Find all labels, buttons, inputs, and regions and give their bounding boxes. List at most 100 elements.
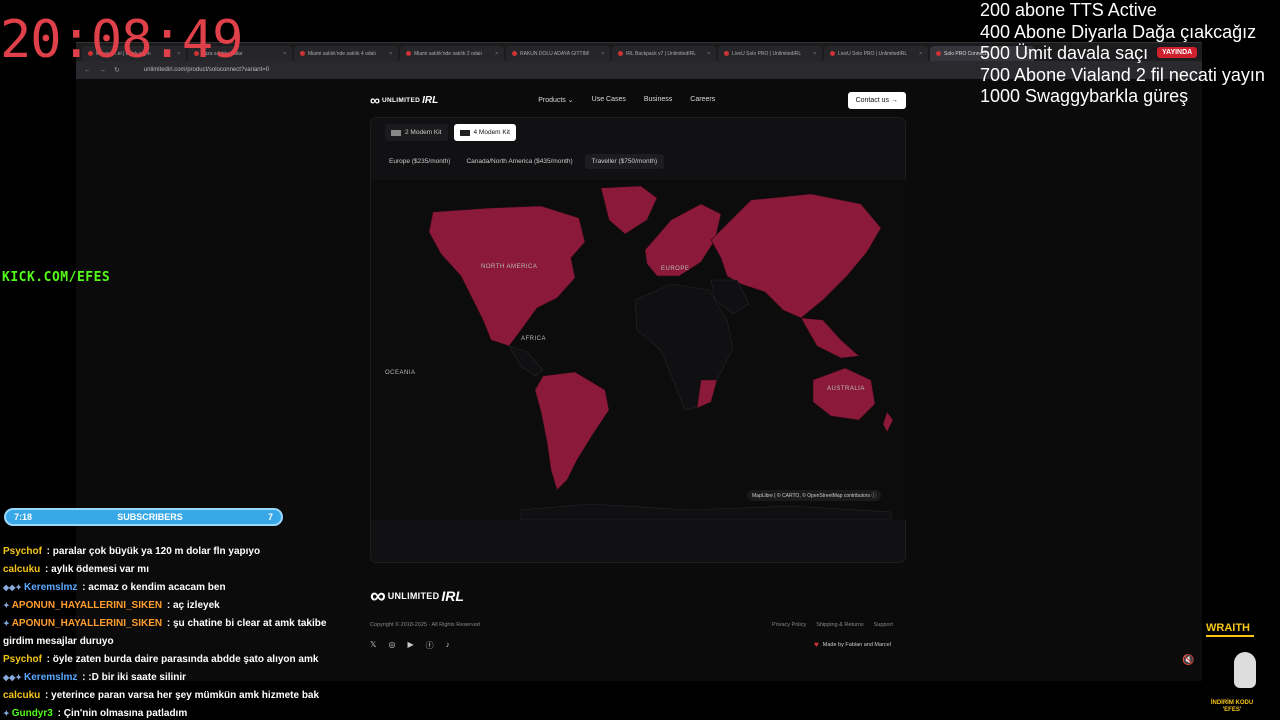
chat-username: calcuku xyxy=(3,690,41,701)
chat-text: yeterince paran varsa her şey mümkün amk… xyxy=(51,690,320,701)
heart-icon: ♥ xyxy=(814,640,819,649)
muted-speaker-icon: 🔇 xyxy=(1182,655,1195,666)
browser-tab[interactable]: IRL Backpack v7 | UnlimitedIRL × xyxy=(612,46,716,61)
goal-item: 500 Ümit davala saçı xyxy=(980,43,1149,63)
footer-logo-irl: IRL xyxy=(441,588,464,604)
chat-text: aylık ödemesi var mı xyxy=(51,564,149,575)
chat-separator: : xyxy=(164,600,173,611)
chat-text: Çin'nin olmasına patladım xyxy=(63,708,188,719)
tab-close-icon[interactable]: × xyxy=(601,51,604,57)
chat-separator: : xyxy=(42,564,52,575)
browser-tab[interactable]: LiveU Solo PRO | UnlimitedIRL × xyxy=(718,46,822,61)
tab-close-icon[interactable]: × xyxy=(283,51,286,57)
tab-title: Miami satılık'nde satılık 2 odalı xyxy=(414,50,482,57)
site-menu: Products ⌄ Use Cases Business Careers xyxy=(538,96,715,104)
chat-message: Psychof : öyle zaten burda daire parasın… xyxy=(3,651,333,669)
tab-close-icon[interactable]: × xyxy=(919,51,922,57)
instagram-icon[interactable]: ◎ xyxy=(388,640,395,651)
menu-products-label: Products xyxy=(538,97,566,104)
chat-username: Psychof xyxy=(3,654,42,665)
chat-username: Gundyr3 xyxy=(11,708,53,719)
chat-message: ◆◆✦ Keremslmz : acmaz o kendim acacam ben xyxy=(3,579,333,597)
chat-text: aç izleyek xyxy=(173,600,220,611)
chat-overlay: Psychof : paralar çok büyük ya 120 m dol… xyxy=(3,543,333,720)
chat-username: Keremslmz xyxy=(24,582,78,593)
chat-badge-icon: ✦ xyxy=(3,601,10,610)
menu-products[interactable]: Products ⌄ xyxy=(538,96,573,104)
tiktok-icon[interactable]: ♪ xyxy=(446,640,450,651)
tab-close-icon[interactable]: × xyxy=(813,51,816,57)
map-label-oceania: OCEANIA xyxy=(385,370,416,376)
chat-badge-icon: ✦ xyxy=(3,709,10,718)
chat-message: calcuku : yeterince paran varsa her şey … xyxy=(3,687,333,705)
browser-tab[interactable]: Miami satılık'nde satılık 4 odalı × xyxy=(294,46,398,61)
tab-favicon-icon xyxy=(724,51,729,56)
menu-use-cases[interactable]: Use Cases xyxy=(592,96,626,104)
site-logo[interactable]: ∞ UNLIMITED IRL xyxy=(370,92,438,108)
goal-item: 400 Abone Diyarla Dağa çıakcağız xyxy=(980,21,1257,42)
youtube-icon[interactable]: ▶ xyxy=(407,640,413,651)
chat-message: ✦ Gundyr3 : Çin'nin olmasına patladım xyxy=(3,705,333,720)
chat-username: Psychof xyxy=(3,546,42,557)
chat-badge-icon: ✦ xyxy=(3,619,10,628)
chat-message: ✦ APONUN_HAYALLERINI_SIKEN : aç izleyek xyxy=(3,597,333,615)
chat-username: APONUN_HAYALLERINI_SIKEN xyxy=(11,600,163,611)
tab-favicon-icon xyxy=(300,51,305,56)
map-label-australia: AUSTRALIA xyxy=(827,386,865,392)
map-label-europe: EUROPE xyxy=(661,266,689,272)
kick-handle: KICK.COM/EFES xyxy=(2,270,111,285)
chat-separator: : xyxy=(43,654,53,665)
goal-item: 1000 Swaggybarkla güreş xyxy=(980,86,1189,106)
facebook-icon[interactable]: ⓕ xyxy=(426,640,434,651)
chat-badge-icon: ◆◆✦ xyxy=(3,673,23,682)
modem-icon xyxy=(391,129,401,136)
chat-message: calcuku : aylık ödemesi var mı xyxy=(3,561,333,579)
subscriber-bar-right: 7 xyxy=(267,512,273,522)
chat-separator: : xyxy=(164,618,173,629)
tab-title: LiveU Solo PRO | UnlimitedIRL xyxy=(838,50,908,57)
chat-separator: : xyxy=(43,546,53,557)
coverage-map[interactable]: NORTH AMERICA EUROPE AFRICA OCEANIA AUST… xyxy=(371,180,907,520)
made-by-text: Made by Fabian and Marcel xyxy=(822,641,891,648)
browser-tab[interactable]: RAKUN DOLU ADAYA GITTIM! × xyxy=(506,46,610,61)
logo-text-unlimited: UNLIMITED xyxy=(381,96,421,104)
x-icon[interactable]: 𝕏 xyxy=(370,640,376,651)
tab-favicon-icon xyxy=(830,51,835,56)
menu-business[interactable]: Business xyxy=(644,96,672,104)
goal-item: 700 Abone Vialand 2 fil necati yayın xyxy=(980,64,1265,85)
chat-username: Keremslmz xyxy=(24,672,78,683)
browser-tab[interactable]: LiveU Solo PRO | UnlimitedIRL × xyxy=(824,46,928,61)
footer-logo[interactable]: ∞ UNLIMITED IRL xyxy=(370,583,464,609)
chat-separator: : xyxy=(79,672,89,683)
kit-4-modem-button[interactable]: 4 Modem Kit xyxy=(453,124,516,141)
sponsor-name: WRAITH xyxy=(1206,622,1250,634)
region-europe[interactable]: Europe ($235/month) xyxy=(385,154,454,169)
chat-message: ◆◆✦ Keremslmz : :D bir iki saate silinir xyxy=(3,669,333,687)
support-link[interactable]: Support xyxy=(874,622,893,628)
browser-tab[interactable]: Miami satılık'nde satılık 2 odalı × xyxy=(400,46,504,61)
contact-us-button[interactable]: Contact us → xyxy=(847,91,906,109)
sponsor-logo xyxy=(1234,652,1256,688)
region-traveller[interactable]: Traveller ($750/month) xyxy=(584,154,665,169)
region-selector: Europe ($235/month) Canada/North America… xyxy=(385,154,665,169)
chat-badge-icon: ◆◆✦ xyxy=(3,583,23,592)
tab-title: LiveU Solo PRO | UnlimitedIRL xyxy=(732,50,802,57)
menu-careers[interactable]: Careers xyxy=(690,96,715,104)
map-attribution[interactable]: MapLibre | © CARTO, © OpenStreetMap cont… xyxy=(747,490,882,501)
chat-text: acmaz o kendim acacam ben xyxy=(88,582,226,593)
footer-links: Privacy Policy Shipping & Returns Suppor… xyxy=(772,622,893,628)
map-label-africa: AFRICA xyxy=(521,336,546,342)
site-navbar: ∞ UNLIMITED IRL Products ⌄ Use Cases Bus… xyxy=(370,87,906,113)
tab-favicon-icon xyxy=(936,51,941,56)
tab-close-icon[interactable]: × xyxy=(389,51,392,57)
tab-close-icon[interactable]: × xyxy=(495,51,498,57)
privacy-policy-link[interactable]: Privacy Policy xyxy=(772,622,806,628)
tab-favicon-icon xyxy=(618,51,623,56)
shipping-returns-link[interactable]: Shipping & Returns xyxy=(816,622,863,628)
chat-separator: : xyxy=(42,690,52,701)
tab-close-icon[interactable]: × xyxy=(707,51,710,57)
kit-2-modem-button[interactable]: 2 Modem Kit xyxy=(385,124,448,141)
region-north-america[interactable]: Canada/North America ($435/month) xyxy=(462,154,576,169)
chat-username: calcuku xyxy=(3,564,41,575)
kit-4-modem-label: 4 Modem Kit xyxy=(473,129,511,136)
